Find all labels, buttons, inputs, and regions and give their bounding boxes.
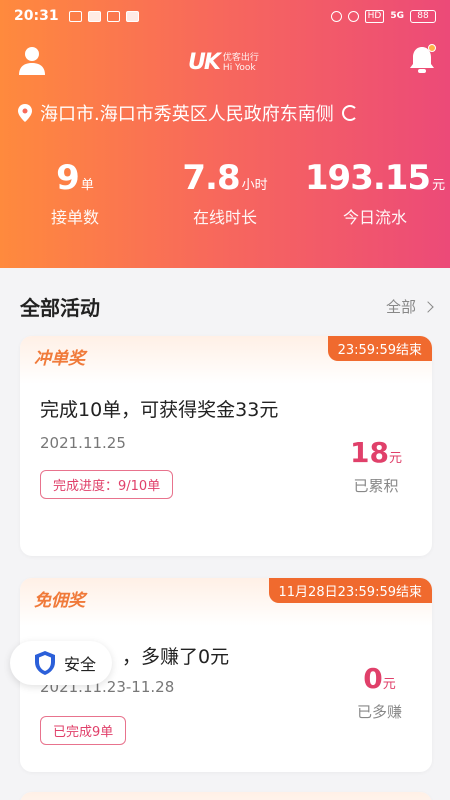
chevron-right-icon [422, 300, 434, 313]
stat-online-hours: 7.8 小时 在线时长 [150, 158, 300, 228]
activity-card[interactable] [20, 792, 432, 800]
logo-cn: 优客出行 [222, 52, 259, 63]
card-amount: 18元 已累积 [350, 436, 402, 496]
notification-icon [68, 10, 82, 22]
current-location[interactable]: 海口市.海口市秀英区人民政府东南侧 [18, 100, 358, 126]
card-banner: 免佣奖 11月28日23:59:59结束 [20, 578, 432, 626]
card-tag: 免佣奖 [34, 591, 85, 611]
logo-mark: UK [188, 50, 221, 75]
notification-icon [106, 10, 120, 22]
card-title: 完成10单，可获得奖金33元 [40, 399, 279, 421]
stat-value: 7.8 [182, 158, 240, 198]
amount-value: 18 [350, 436, 389, 469]
stat-label: 今日流水 [342, 208, 407, 227]
amount-value: 0 [363, 662, 383, 695]
user-icon[interactable] [18, 46, 46, 76]
alarm-icon [330, 10, 342, 22]
stat-orders: 9 单 接单数 [0, 158, 150, 228]
view-all-link[interactable]: 全部 [385, 296, 434, 317]
status-time: 20:31 [14, 8, 59, 24]
amount-label: 已累积 [353, 477, 399, 495]
card-deadline: 11月28日23:59:59结束 [268, 578, 432, 603]
stat-unit: 小时 [241, 178, 268, 193]
completed-pill: 已完成9单 [40, 716, 127, 745]
stat-value: 193.15 [304, 158, 431, 198]
stat-label: 在线时长 [192, 208, 257, 227]
card-banner [20, 792, 432, 800]
card-amount: 0元 已多赚 [357, 662, 402, 722]
logo-en: Hi Yook [222, 62, 256, 73]
hd-icon: HD [364, 9, 385, 23]
view-all-label: 全部 [385, 298, 416, 316]
stat-value: 9 [56, 158, 80, 198]
notification-icon [125, 10, 139, 22]
shield-icon [35, 651, 55, 675]
stat-unit: 单 [80, 178, 94, 193]
section-title: 全部活动 [20, 296, 100, 320]
security-label: 安全 [64, 655, 97, 674]
battery-icon: 88 [410, 9, 436, 23]
amount-unit: 元 [382, 677, 396, 692]
stat-daily-revenue: 193.15 元 今日流水 [300, 158, 450, 228]
amount-label: 已多赚 [356, 703, 402, 721]
stat-unit: 元 [432, 178, 446, 193]
card-tag: 冲单奖 [34, 349, 85, 369]
header: 20:31 HD 5G 88 UK 优客出行 Hi Yook 海口市.海口市秀英… [0, 0, 450, 268]
pin-icon [18, 104, 32, 122]
location-text: 海口市.海口市秀英区人民政府东南侧 [40, 104, 334, 125]
activities-header: 全部活动 全部 [20, 292, 434, 321]
clock-icon [347, 10, 359, 22]
status-bar: 20:31 HD 5G 88 [0, 0, 450, 32]
notification-icon [87, 10, 101, 22]
notification-dot [428, 44, 436, 52]
app-logo: UK 优客出行 Hi Yook [188, 50, 259, 75]
signal-icon: 5G [390, 11, 404, 21]
card-deadline: 23:59:59结束 [327, 336, 432, 361]
progress-pill: 完成进度：9/10单 [40, 470, 174, 499]
card-banner: 冲单奖 23:59:59结束 [20, 336, 432, 384]
stats-row: 9 单 接单数 7.8 小时 在线时长 193.15 元 今日流水 [0, 158, 450, 228]
security-button[interactable]: 安全 [10, 641, 112, 685]
amount-unit: 元 [388, 451, 402, 466]
activity-card[interactable]: 冲单奖 23:59:59结束 完成10单，可获得奖金33元 2021.11.25… [20, 336, 432, 556]
card-title: ，多赚了0元 [122, 646, 230, 668]
refresh-icon[interactable] [341, 105, 358, 121]
stat-label: 接单数 [50, 208, 99, 227]
logo-text: 优客出行 Hi Yook [223, 53, 259, 73]
